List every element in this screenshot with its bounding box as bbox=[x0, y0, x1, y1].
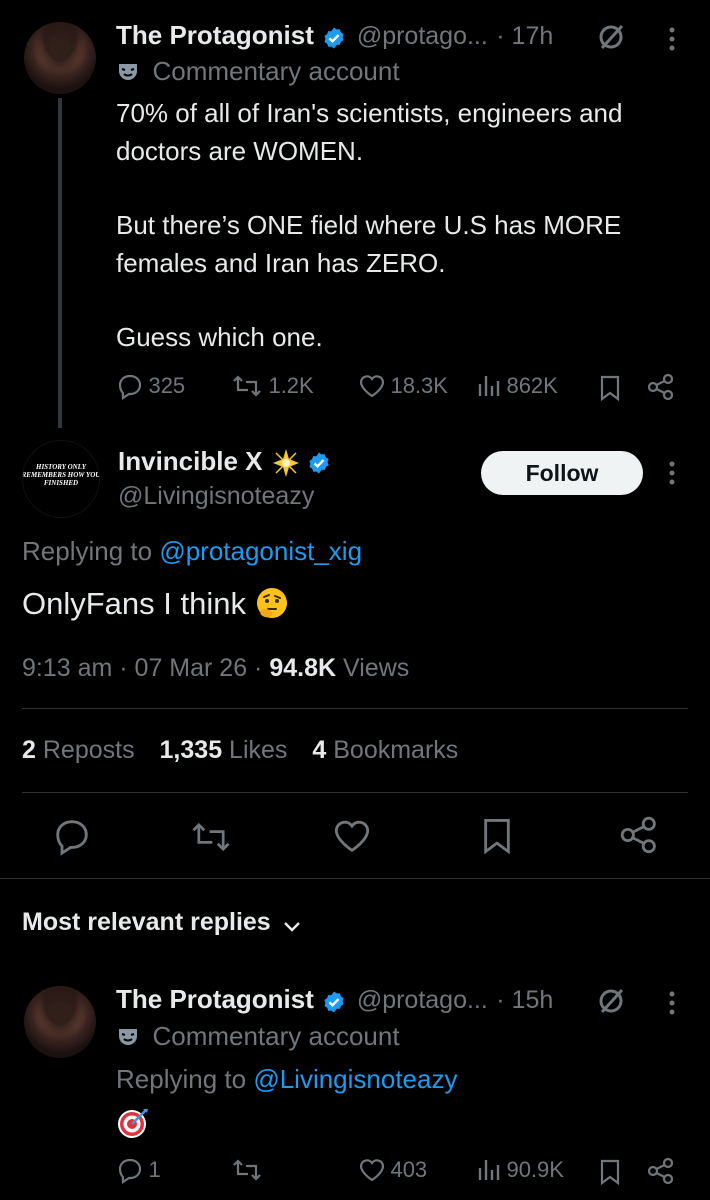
tweet-body: 70% of all of Iran's scientists, enginee… bbox=[116, 94, 622, 356]
views-count: 94.8K bbox=[269, 654, 337, 682]
avatar-logo-text: HISTORY ONLY REMEMBERS HOW YOU FINISHED bbox=[22, 463, 100, 487]
heart-icon bbox=[359, 375, 385, 398]
views-icon bbox=[478, 1160, 500, 1180]
bookmarks-stat[interactable]: 4 Bookmarks bbox=[312, 736, 458, 764]
share-button[interactable] bbox=[618, 814, 660, 861]
bookmark-button[interactable] bbox=[598, 374, 622, 407]
like-count: 18.3K bbox=[390, 373, 448, 398]
reposts-stat[interactable]: 2 Reposts bbox=[22, 736, 135, 764]
replying-to: Replying to @Livingisnoteazy bbox=[116, 1064, 457, 1095]
reply-count: 325 bbox=[148, 373, 186, 398]
tweet-time[interactable]: · 15h bbox=[496, 986, 553, 1014]
author-name[interactable]: Invincible X bbox=[118, 446, 263, 476]
heart-icon bbox=[334, 820, 370, 852]
replying-to: Replying to @protagonist_xig bbox=[22, 536, 362, 567]
heart-icon bbox=[359, 1159, 385, 1182]
tweet-meta: 9:13 am · 07 Mar 26 · 94.8K Views bbox=[22, 654, 409, 683]
like-button[interactable] bbox=[332, 816, 372, 861]
divider bbox=[0, 878, 710, 879]
author-handle[interactable]: @protago... bbox=[357, 22, 488, 50]
bookmark-icon bbox=[600, 375, 620, 402]
author-handle[interactable]: @Livingisnoteazy bbox=[118, 482, 314, 511]
sparkle-emoji-icon bbox=[272, 448, 299, 477]
more-options-icon[interactable] bbox=[662, 24, 682, 59]
replying-prefix: Replying to bbox=[116, 1064, 247, 1094]
verified-badge-icon bbox=[309, 452, 330, 474]
verified-badge-icon bbox=[324, 27, 344, 49]
tweet-text-line: But there’s ONE field where U.S has MORE bbox=[116, 210, 622, 240]
account-label: Commentary account bbox=[152, 1021, 400, 1051]
commentary-mask-icon bbox=[119, 1028, 137, 1045]
like-button[interactable]: 18.3K bbox=[358, 372, 448, 400]
like-count: 403 bbox=[390, 1157, 428, 1182]
view-count: 90.9K bbox=[506, 1157, 564, 1182]
direct-hit-emoji-icon bbox=[116, 1106, 150, 1145]
reply-button[interactable] bbox=[52, 816, 92, 861]
chevron-down-icon bbox=[284, 921, 301, 932]
views-label: Views bbox=[343, 654, 410, 682]
share-icon bbox=[647, 373, 674, 401]
account-label: Commentary account bbox=[152, 56, 400, 86]
share-button[interactable] bbox=[646, 372, 676, 407]
author-name[interactable]: The Protagonist bbox=[116, 20, 314, 50]
bookmark-button[interactable] bbox=[598, 1158, 622, 1191]
views-icon bbox=[478, 376, 500, 396]
thread-line bbox=[58, 98, 62, 428]
tweet-text: OnlyFans I think bbox=[22, 586, 246, 621]
reply-icon bbox=[118, 1158, 142, 1185]
tweet-time[interactable]: · 17h bbox=[496, 22, 553, 50]
repost-icon bbox=[233, 1159, 261, 1181]
avatar[interactable]: HISTORY ONLY REMEMBERS HOW YOU FINISHED bbox=[22, 440, 100, 518]
likes-stat[interactable]: 1,335 Likes bbox=[160, 736, 288, 764]
tweet-text-line: Guess which one. bbox=[116, 322, 323, 352]
verified-badge-icon bbox=[324, 991, 344, 1013]
avatar[interactable] bbox=[24, 22, 96, 94]
repost-count: 1.2K bbox=[268, 373, 314, 398]
divider bbox=[22, 708, 688, 709]
bookmark-icon bbox=[600, 1159, 620, 1186]
replying-handle-link[interactable]: @protagonist_xig bbox=[159, 536, 362, 566]
grok-icon[interactable] bbox=[596, 986, 626, 1021]
author-handle[interactable]: @protago... bbox=[357, 986, 488, 1014]
replying-handle-link[interactable]: @Livingisnoteazy bbox=[253, 1064, 457, 1094]
tweet-text-line: doctors are WOMEN. bbox=[116, 136, 364, 166]
view-count: 862K bbox=[506, 373, 558, 398]
views-button[interactable]: 90.9K bbox=[476, 1156, 564, 1184]
author-name[interactable]: The Protagonist bbox=[116, 984, 314, 1014]
tweet-text-line: 70% of all of Iran's scientists, enginee… bbox=[116, 98, 623, 128]
like-button[interactable]: 403 bbox=[358, 1156, 427, 1184]
repost-button[interactable] bbox=[230, 1156, 264, 1189]
tweet-timestamp[interactable]: 9:13 am · 07 Mar 26 · bbox=[22, 654, 262, 682]
bookmark-button[interactable] bbox=[480, 816, 514, 861]
commentary-mask-icon bbox=[119, 63, 137, 80]
more-options-icon[interactable] bbox=[662, 988, 682, 1023]
repost-button[interactable] bbox=[188, 818, 234, 861]
grok-icon[interactable] bbox=[596, 22, 626, 57]
repost-button[interactable]: 1.2K bbox=[230, 372, 314, 400]
reply-icon bbox=[118, 374, 142, 401]
repost-icon bbox=[192, 822, 230, 852]
share-button[interactable] bbox=[646, 1156, 676, 1191]
reply-button[interactable]: 325 bbox=[116, 372, 186, 401]
replies-section-title: Most relevant replies bbox=[22, 908, 271, 936]
repost-icon bbox=[233, 375, 261, 397]
bookmark-icon bbox=[484, 819, 510, 855]
reply-button[interactable]: 1 bbox=[116, 1156, 161, 1185]
more-options-icon[interactable] bbox=[662, 458, 682, 493]
engagement-stats: 2 Reposts 1,335 Likes 4 Bookmarks bbox=[22, 736, 458, 765]
reply-icon bbox=[56, 820, 88, 856]
thinking-face-emoji-icon bbox=[256, 587, 287, 618]
tweet-text-line: females and Iran has ZERO. bbox=[116, 248, 446, 278]
share-icon bbox=[647, 1157, 674, 1185]
share-icon bbox=[620, 816, 656, 854]
avatar[interactable] bbox=[24, 986, 96, 1058]
reply-count: 1 bbox=[148, 1157, 161, 1182]
follow-button[interactable]: Follow bbox=[481, 451, 643, 495]
views-button[interactable]: 862K bbox=[476, 372, 558, 400]
replies-sort-dropdown[interactable]: Most relevant replies bbox=[22, 908, 303, 937]
replying-prefix: Replying to bbox=[22, 536, 153, 566]
divider bbox=[22, 792, 688, 793]
